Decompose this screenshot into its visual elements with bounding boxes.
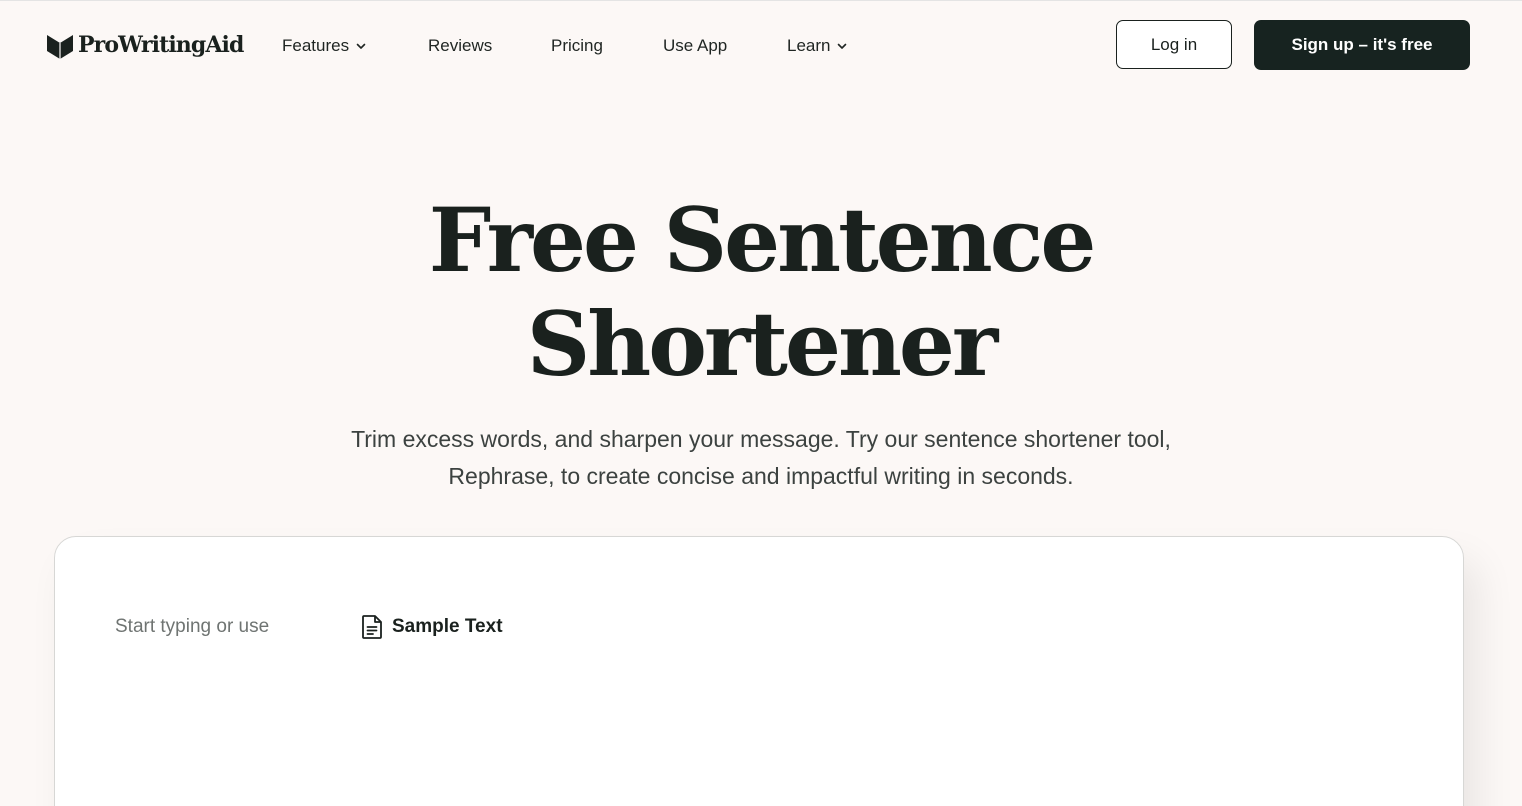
nav-reviews[interactable]: Reviews [428, 34, 492, 58]
signup-button[interactable]: Sign up – it's free [1254, 20, 1470, 70]
nav-pricing[interactable]: Pricing [551, 34, 603, 58]
editor-placeholder[interactable]: Start typing or use [115, 615, 269, 639]
text-editor-card[interactable]: Start typing or use Sample Text [54, 536, 1464, 806]
nav-features[interactable]: Features [282, 34, 367, 58]
nav-pricing-label: Pricing [551, 36, 603, 55]
chevron-down-icon [356, 43, 366, 49]
top-divider [0, 0, 1522, 1]
sample-text-button[interactable]: Sample Text [360, 613, 503, 641]
logo[interactable]: ProWritingAid [46, 30, 244, 60]
logo-text: ProWritingAid [78, 32, 244, 58]
page-title-line-1: Free Sentence [428, 188, 1097, 292]
page-subtitle: Trim excess words, and sharpen your mess… [261, 421, 1261, 495]
page-subtitle-line-1: Trim excess words, and sharpen your mess… [351, 426, 1171, 452]
nav-reviews-label: Reviews [428, 36, 493, 55]
chevron-down-icon [838, 43, 847, 49]
nav-learn[interactable]: Learn [787, 34, 848, 58]
sample-text-label: Sample Text [392, 616, 503, 637]
logo-book-icon [47, 35, 73, 59]
page: ProWritingAid Features Reviews Pricing U… [0, 0, 1522, 806]
page-subtitle-line-2: Rephrase, to create concise and impactfu… [448, 463, 1074, 489]
nav-learn-label: Learn [787, 36, 831, 55]
page-title: Free Sentence Shortener [0, 188, 1522, 396]
nav-use-app-label: Use App [663, 36, 728, 55]
login-button[interactable]: Log in [1116, 20, 1232, 69]
document-icon [362, 615, 382, 639]
nav-features-label: Features [282, 36, 350, 55]
nav-use-app[interactable]: Use App [663, 34, 727, 58]
page-title-line-2: Shortener [526, 292, 999, 396]
